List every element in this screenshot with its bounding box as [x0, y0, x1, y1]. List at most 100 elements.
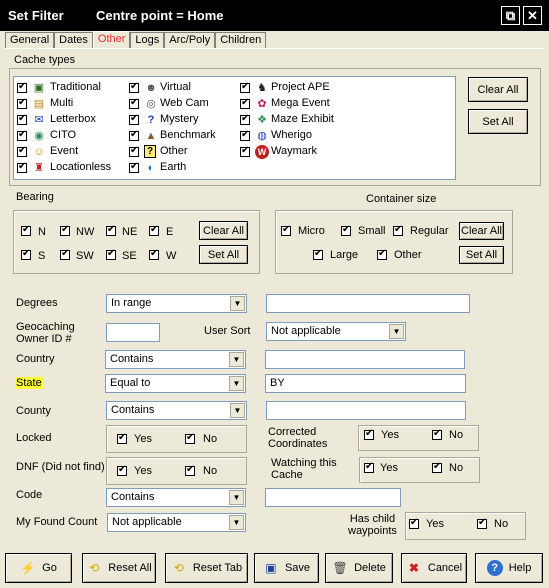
- bearing-set-all-button[interactable]: Set All: [199, 245, 248, 264]
- dnf-label: DNF (Did not find): [16, 461, 105, 473]
- has-child-no-label: No: [494, 518, 509, 530]
- state-input[interactable]: BY: [265, 374, 466, 393]
- cache-types-clear-all-button[interactable]: Clear All: [468, 77, 528, 102]
- bearing-checkbox-nw[interactable]: [60, 224, 70, 236]
- county-input[interactable]: [266, 401, 466, 420]
- cache-type-checkbox-virtual[interactable]: [129, 81, 139, 93]
- tab-logs[interactable]: Logs: [130, 32, 165, 49]
- cache-type-checkbox-multi[interactable]: [17, 97, 27, 109]
- other-cache-icon: ?: [144, 145, 156, 158]
- country-input[interactable]: [265, 350, 465, 369]
- bearing-label-e: E: [166, 226, 174, 238]
- watching-yes-label: Yes: [380, 462, 398, 474]
- delete-button[interactable]: 🗑 Delete: [325, 553, 393, 583]
- cache-type-checkbox-maze-exhibit[interactable]: [240, 113, 250, 125]
- tab-general[interactable]: General: [5, 32, 55, 49]
- county-combo-value: Contains: [111, 404, 155, 416]
- corrected-no-checkbox[interactable]: [432, 428, 442, 440]
- degrees-input[interactable]: [266, 294, 470, 313]
- cache-type-checkbox-project-ape[interactable]: [240, 81, 250, 93]
- container-set-all-button[interactable]: Set All: [459, 246, 504, 264]
- my-found-count-combo[interactable]: Not applicable ▼: [107, 513, 246, 532]
- tab-dates[interactable]: Dates: [54, 32, 93, 49]
- cache-type-checkbox-cito[interactable]: [17, 129, 27, 141]
- locked-yes-checkbox[interactable]: [117, 432, 127, 444]
- bearing-clear-all-button[interactable]: Clear All: [199, 221, 248, 240]
- tab-other[interactable]: Other: [92, 31, 131, 49]
- help-question-icon: ?: [486, 560, 503, 576]
- user-sort-combo[interactable]: Not applicable ▼: [266, 322, 406, 341]
- go-button-label: Go: [42, 562, 57, 574]
- cache-type-checkbox-other[interactable]: [129, 145, 139, 157]
- cache-types-set-all-button[interactable]: Set All: [468, 109, 528, 134]
- container-checkbox-regular[interactable]: [393, 224, 403, 236]
- bearing-checkbox-sw[interactable]: [60, 248, 70, 260]
- save-button[interactable]: ▣ Save: [254, 553, 319, 583]
- benchmark-cache-icon: ▲: [145, 129, 157, 142]
- bearing-label-w: W: [166, 250, 177, 262]
- bearing-label-nw: NW: [76, 226, 95, 238]
- degrees-combo-value: In range: [111, 297, 152, 309]
- cache-type-checkbox-earth[interactable]: [129, 161, 139, 173]
- corrected-yes-checkbox[interactable]: [364, 428, 374, 440]
- dnf-no-checkbox[interactable]: [185, 464, 195, 476]
- has-child-yes-checkbox[interactable]: [409, 517, 419, 529]
- bearing-checkbox-n[interactable]: [21, 224, 31, 236]
- code-combo-value: Contains: [111, 491, 155, 503]
- cache-type-checkbox-letterbox[interactable]: [17, 113, 27, 125]
- close-window-icon[interactable]: ✕: [523, 6, 542, 25]
- container-checkbox-large[interactable]: [313, 248, 323, 260]
- code-input[interactable]: [265, 488, 401, 507]
- container-clear-all-button[interactable]: Clear All: [459, 222, 504, 240]
- state-combo[interactable]: Equal to ▼: [105, 374, 246, 393]
- country-combo[interactable]: Contains ▼: [105, 350, 246, 369]
- cache-type-checkbox-benchmark[interactable]: [129, 129, 139, 141]
- bearing-checkbox-w[interactable]: [149, 248, 159, 260]
- cache-type-label-waymark: Waymark: [271, 145, 318, 157]
- locked-no-checkbox[interactable]: [185, 432, 195, 444]
- tab-children[interactable]: Children: [215, 32, 267, 49]
- container-checkbox-micro[interactable]: [281, 224, 291, 236]
- bearing-checkbox-se[interactable]: [106, 248, 116, 260]
- cancel-button[interactable]: ✖ Cancel: [401, 553, 467, 583]
- degrees-combo[interactable]: In range ▼: [106, 294, 247, 313]
- cache-type-checkbox-locationless[interactable]: [17, 161, 27, 173]
- owner-id-input[interactable]: [106, 323, 160, 342]
- watching-no-checkbox[interactable]: [432, 461, 442, 473]
- county-combo[interactable]: Contains ▼: [106, 401, 247, 420]
- chevron-down-icon: ▼: [389, 324, 404, 339]
- chevron-down-icon: ▼: [230, 296, 245, 311]
- cache-type-label-webcam: Web Cam: [160, 97, 209, 109]
- cache-type-checkbox-mega-event[interactable]: [240, 97, 250, 109]
- code-combo[interactable]: Contains ▼: [106, 488, 246, 507]
- bearing-checkbox-e[interactable]: [149, 224, 159, 236]
- container-checkbox-small[interactable]: [341, 224, 351, 236]
- cache-type-label-maze-exhibit: Maze Exhibit: [271, 113, 334, 125]
- tab-strip: General Dates Other Logs Arc/Poly Childr…: [5, 31, 267, 49]
- help-button[interactable]: ? Help: [475, 553, 543, 583]
- dnf-yes-checkbox[interactable]: [117, 464, 127, 476]
- cito-cache-icon: ◉: [34, 129, 44, 142]
- tab-arc-poly[interactable]: Arc/Poly: [164, 32, 216, 49]
- container-checkbox-other[interactable]: [377, 248, 387, 260]
- cache-type-checkbox-event[interactable]: [17, 145, 27, 157]
- cache-type-checkbox-webcam[interactable]: [129, 97, 139, 109]
- reset-tab-button[interactable]: ⟲ Reset Tab: [165, 553, 248, 583]
- bearing-checkbox-s[interactable]: [21, 248, 31, 260]
- bearing-label-ne: NE: [122, 226, 138, 238]
- webcam-cache-icon: ◎: [146, 97, 156, 110]
- cache-type-checkbox-traditional[interactable]: [17, 81, 27, 93]
- watching-yes-checkbox[interactable]: [364, 461, 374, 473]
- restore-window-icon[interactable]: ⧉: [501, 6, 520, 25]
- cache-type-checkbox-mystery[interactable]: [129, 113, 139, 125]
- locked-yes-label: Yes: [134, 433, 152, 445]
- bearing-checkbox-ne[interactable]: [106, 224, 116, 236]
- has-child-no-checkbox[interactable]: [477, 517, 487, 529]
- cache-type-label-benchmark: Benchmark: [160, 129, 216, 141]
- reset-all-button[interactable]: ⟲ Reset All: [82, 553, 156, 583]
- earth-cache-icon: ◐: [147, 161, 155, 174]
- cache-type-checkbox-waymark[interactable]: [240, 145, 250, 157]
- go-button[interactable]: ⚡ Go: [5, 553, 72, 583]
- cache-type-checkbox-wherigo[interactable]: [240, 129, 250, 141]
- container-label-large: Large: [330, 249, 359, 261]
